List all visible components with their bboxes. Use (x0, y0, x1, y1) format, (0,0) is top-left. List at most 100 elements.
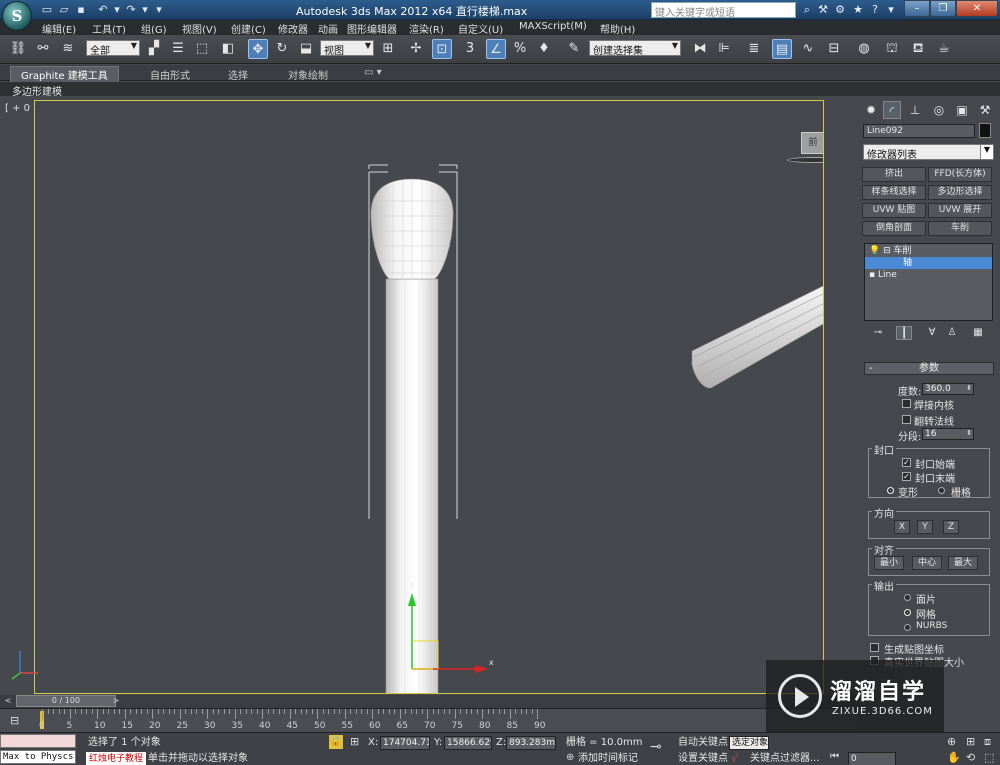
output-nurbs-radio[interactable] (904, 624, 911, 631)
material-editor-icon[interactable]: ◍ (854, 39, 874, 59)
lathe-button[interactable]: 车削 (928, 221, 992, 236)
maximize-viewport-icon[interactable]: ⬚ (984, 751, 994, 764)
select-and-move-icon[interactable]: ✥ (248, 39, 268, 59)
minimize-button[interactable]: – (904, 0, 930, 17)
output-patch-radio[interactable] (904, 594, 911, 601)
menu-tools[interactable]: 工具(T) (92, 21, 126, 36)
stack-item-axis[interactable]: 轴 (865, 257, 992, 269)
mirror-icon[interactable]: ⧓ (690, 39, 710, 59)
align-max-button[interactable]: 最大 (948, 556, 978, 570)
restore-button[interactable]: ❐ (930, 0, 956, 17)
curve-editor-icon[interactable]: ∿ (798, 39, 818, 59)
grid-radio[interactable] (938, 487, 945, 494)
undo-icon[interactable]: ↶ (96, 3, 110, 16)
menu-view[interactable]: 视图(V) (182, 21, 217, 36)
graphite-toggle-icon[interactable]: ▤ (772, 39, 792, 59)
align-center-button[interactable]: 中心 (912, 556, 942, 570)
time-slider[interactable]: < 0 / 100 > (0, 695, 858, 708)
menu-animation[interactable]: 动画 (318, 21, 338, 36)
time-slider-prev-icon[interactable]: < (2, 695, 14, 707)
zoom-extents-all-icon[interactable]: ⊞ (966, 735, 975, 748)
stack-item-lathe[interactable]: 💡 ⊟ 车削 (865, 245, 992, 257)
binoculars-icon[interactable]: ⌕ (800, 3, 814, 17)
quick-access-menu-icon[interactable]: ▾ (152, 3, 166, 16)
uvw-map-button[interactable]: UVW 贴图 (862, 203, 926, 218)
cap-start-checkbox[interactable]: ✓ (902, 458, 911, 467)
new-file-icon[interactable]: ▭ (40, 3, 54, 16)
menu-modifiers[interactable]: 修改器 (278, 21, 308, 36)
favorites-icon[interactable]: ★ (851, 3, 865, 17)
link-icon[interactable]: ⛓ (8, 39, 28, 59)
spinner-snap-icon[interactable]: ♦ (534, 39, 554, 59)
modify-tab-icon[interactable]: ◜ (883, 101, 901, 119)
menu-help[interactable]: 帮助(H) (600, 21, 635, 36)
auto-key-mode-dropdown[interactable]: 选定对象 (729, 736, 769, 750)
pan-view-icon[interactable]: ✋ (947, 751, 961, 764)
object-name-field[interactable]: Line092 (863, 124, 975, 138)
menu-edit[interactable]: 编辑(E) (42, 21, 76, 36)
maxscript-listener-bottom[interactable]: Max to Physcs ( (0, 750, 76, 764)
generate-mapping-checkbox[interactable] (870, 643, 879, 652)
set-key-button[interactable]: 设置关键点 (678, 752, 728, 765)
current-frame-field[interactable]: 0 (848, 752, 896, 765)
reference-coordinate-dropdown[interactable]: 视图 ▼ (320, 40, 374, 56)
add-time-tag-label[interactable]: 添加时间标记 (578, 752, 638, 765)
hierarchy-tab-icon[interactable]: ⊥ (906, 101, 924, 119)
remove-modifier-icon[interactable]: ♙ (944, 326, 960, 340)
polygon-modeling-label[interactable]: 多边形建模 (12, 83, 62, 98)
zoom-extents-icon[interactable]: ⧈ (984, 735, 991, 749)
direction-z-button[interactable]: Z (943, 520, 959, 534)
select-and-rotate-icon[interactable]: ↻ (272, 39, 292, 59)
extrude-button[interactable]: 挤出 (862, 167, 926, 182)
zoom-icon[interactable]: ⊕ (947, 735, 956, 748)
direction-x-button[interactable]: X (894, 520, 910, 534)
select-manipulate-icon[interactable]: ✢ (406, 39, 426, 59)
open-file-icon[interactable]: ▱ (57, 3, 71, 16)
menu-group[interactable]: 组(G) (141, 21, 167, 36)
spline-select-button[interactable]: 样条线选择 (862, 185, 926, 200)
subscription-icon[interactable]: ⚒ (816, 3, 830, 17)
motion-tab-icon[interactable]: ◎ (930, 101, 948, 119)
output-mesh-radio[interactable] (904, 609, 911, 616)
display-tab-icon[interactable]: ▣ (953, 101, 971, 119)
mini-curve-editor-icon[interactable]: ⊟ (10, 714, 19, 727)
redo-dropdown-icon[interactable]: ▾ (138, 3, 152, 16)
tab-selection[interactable]: 选择 (228, 67, 248, 82)
segments-spinner[interactable]: 16 ⬍ (922, 428, 974, 440)
render-setup-icon[interactable]: ⛫ (882, 39, 902, 59)
selection-filter-dropdown[interactable]: 全部 ▼ (86, 40, 140, 56)
save-file-icon[interactable]: ▪ (74, 3, 88, 16)
direction-y-button[interactable]: Y (917, 520, 933, 534)
add-time-tag-icon[interactable]: ⊕ (566, 752, 574, 763)
poly-select-button[interactable]: 多边形选择 (928, 185, 992, 200)
menu-graph-editors[interactable]: 图形编辑器 (347, 21, 397, 36)
create-tab-icon[interactable]: ✹ (862, 101, 880, 119)
cap-end-checkbox[interactable]: ✓ (902, 472, 911, 481)
keyboard-shortcut-override-icon[interactable]: ⊡ (432, 39, 452, 59)
help-icon[interactable]: ? (868, 3, 882, 17)
select-by-name-icon[interactable]: ☰ (168, 39, 188, 59)
window-crossing-icon[interactable]: ◧ (218, 39, 238, 59)
bevel-profile-button[interactable]: 倒角剖面 (862, 221, 926, 236)
ribbon-options-icon[interactable]: ▭ ▾ (364, 67, 382, 78)
unwrap-uvw-button[interactable]: UVW 展开 (928, 203, 992, 218)
orbit-icon[interactable]: ⟲ (966, 751, 975, 764)
maxscript-listener-top[interactable] (0, 734, 76, 748)
modifier-stack[interactable]: 💡 ⊟ 车削 轴 ▪ Line (864, 243, 993, 321)
menu-rendering[interactable]: 渲染(R) (409, 21, 444, 36)
snap-toggle-icon[interactable]: 3 (460, 39, 480, 59)
modifier-list-dropdown[interactable]: 修改器列表 ▼ (863, 144, 994, 161)
render-production-icon[interactable]: ☕ (934, 39, 954, 59)
front-viewport[interactable]: y x 前 (34, 100, 824, 694)
x-coord-field[interactable]: 174704.71 (380, 736, 430, 750)
degrees-spinner[interactable]: 360.0 ⬍ (922, 383, 974, 395)
viewcube[interactable]: 前 (801, 132, 823, 154)
ffd-box-button[interactable]: FFD(长方体) (928, 167, 992, 182)
z-coord-field[interactable]: 893.283mm (506, 736, 556, 750)
select-object-icon[interactable]: ▞ (144, 39, 164, 59)
app-menu-button[interactable]: S (2, 1, 32, 31)
unlink-icon[interactable]: ⚯ (33, 39, 53, 59)
flip-normals-checkbox[interactable] (902, 415, 911, 424)
key-filter-icon[interactable]: √ (731, 752, 738, 765)
selection-lock-icon[interactable]: 🔒 (329, 735, 343, 749)
